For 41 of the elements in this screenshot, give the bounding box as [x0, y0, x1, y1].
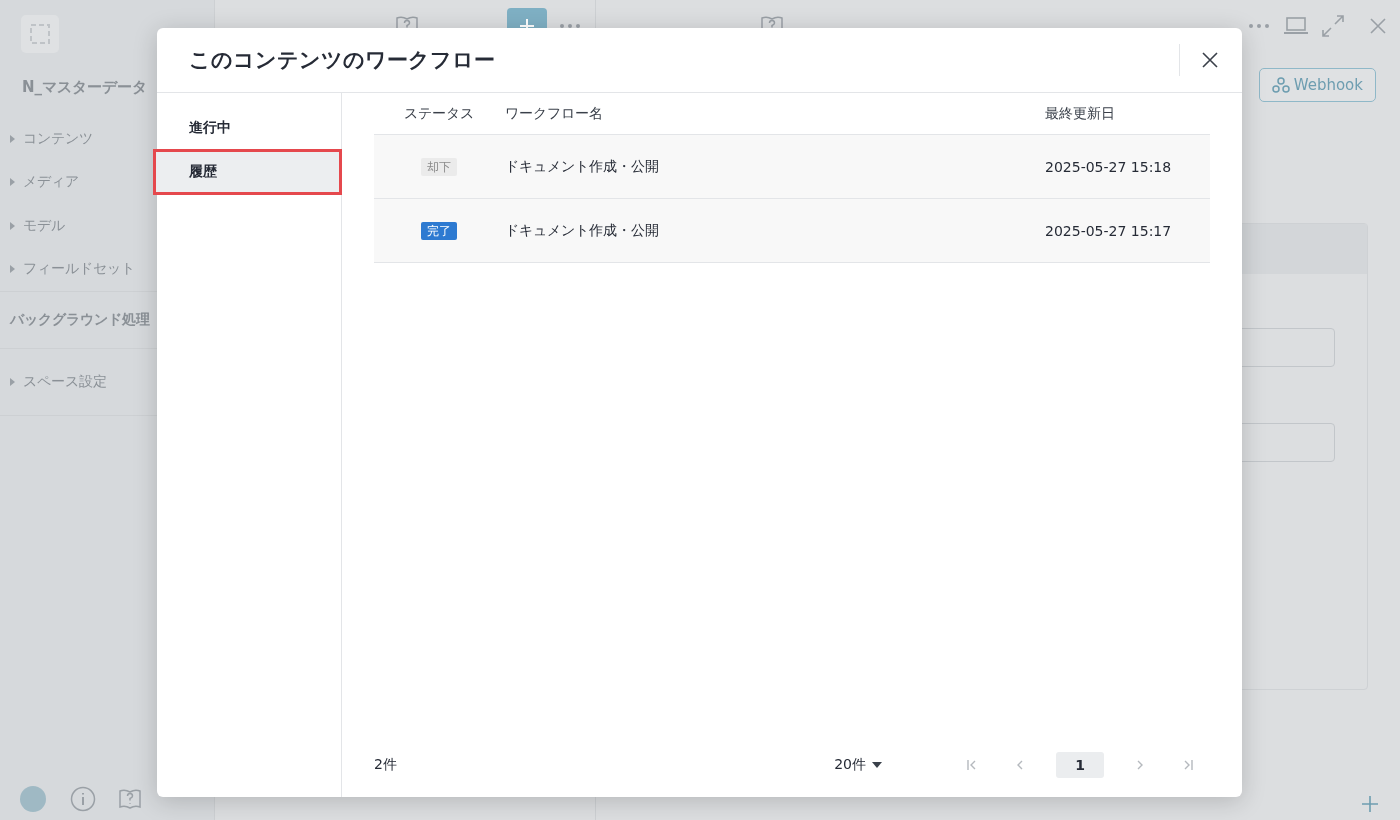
- first-page-icon: [967, 760, 977, 770]
- item-count: 2件: [374, 756, 397, 774]
- status-badge: 却下: [421, 157, 457, 176]
- caret-icon: [10, 178, 15, 187]
- page-size-select[interactable]: 20件: [828, 755, 888, 775]
- more-icon[interactable]: [559, 23, 581, 29]
- more-icon[interactable]: [1248, 23, 1270, 29]
- table-cell: 2025-05-27 15:18: [1044, 134, 1210, 199]
- chevron-right-icon: [1137, 760, 1143, 770]
- logo-icon[interactable]: [21, 15, 59, 53]
- laptop-icon[interactable]: [1284, 17, 1308, 35]
- space-name: N_マスターデータ: [22, 78, 149, 97]
- dialog-tab[interactable]: 履歴: [154, 150, 341, 194]
- chevron-left-icon: [1017, 760, 1023, 770]
- status-badge: 完了: [421, 221, 457, 240]
- page-button[interactable]: 1: [1056, 752, 1104, 778]
- avatar-icon[interactable]: [18, 784, 48, 814]
- table-cell: ドキュメント作成・公開: [504, 198, 1044, 263]
- close-icon[interactable]: [1370, 18, 1386, 34]
- sidebar-item[interactable]: モデル: [0, 204, 214, 248]
- info-icon[interactable]: [70, 786, 96, 812]
- caret-icon: [10, 221, 15, 230]
- column-header: ステータス: [374, 93, 504, 135]
- table-cell: 2025-05-27 15:17: [1044, 198, 1210, 263]
- caret-icon: [10, 134, 15, 143]
- caret-icon: [10, 378, 15, 386]
- last-page-icon: [1183, 760, 1193, 770]
- caret-icon: [10, 265, 15, 274]
- sidebar-item[interactable]: フィールドセット: [0, 247, 214, 291]
- webhook-icon: [1271, 76, 1290, 94]
- dialog-title: このコンテンツのワークフロー: [189, 47, 495, 74]
- webhook-button[interactable]: Webhook: [1258, 68, 1376, 102]
- close-icon: [1202, 52, 1218, 68]
- table-cell: ドキュメント作成・公開: [504, 134, 1044, 199]
- caret-icon: [872, 762, 882, 768]
- dialog-tab[interactable]: 進行中: [157, 106, 341, 150]
- column-header: 最終更新日: [1044, 93, 1210, 135]
- help-book-icon[interactable]: [118, 788, 142, 810]
- column-header: ワークフロー名: [504, 93, 1044, 135]
- expand-icon[interactable]: [1322, 15, 1344, 37]
- add-icon[interactable]: [1362, 796, 1378, 812]
